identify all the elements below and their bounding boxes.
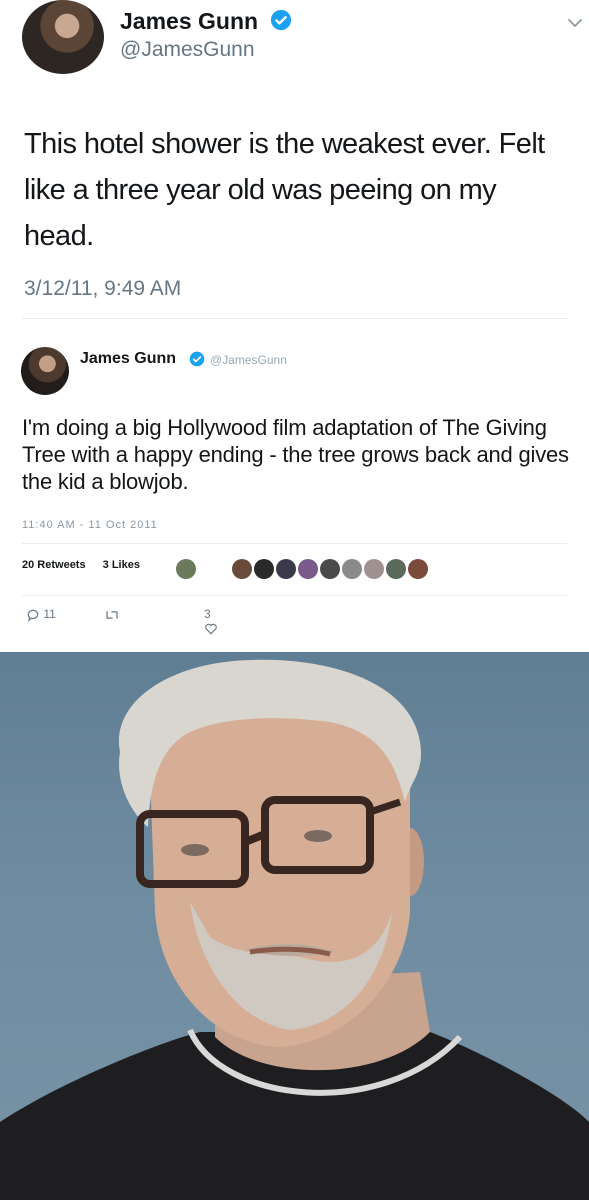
liker-avatar[interactable]: [254, 559, 274, 579]
tweet-text: This hotel shower is the weakest ever. F…: [24, 128, 545, 252]
heart-icon: [205, 623, 217, 635]
verified-badge-icon: [189, 351, 205, 367]
chevron-down-icon[interactable]: [566, 14, 584, 32]
user-handle[interactable]: @JamesGunn: [210, 353, 287, 367]
retweet-button[interactable]: [104, 607, 120, 622]
liker-avatar[interactable]: [276, 559, 296, 579]
retweet-count[interactable]: 20 Retweets: [22, 559, 86, 571]
liker-avatar[interactable]: [176, 559, 196, 579]
reply-button[interactable]: 11: [26, 607, 56, 622]
tweet-timestamp[interactable]: 11:40 AM - 11 Oct 2011: [22, 519, 158, 531]
liker-avatar[interactable]: [386, 559, 406, 579]
display-name[interactable]: James Gunn: [80, 350, 176, 368]
liker-avatar[interactable]: [364, 559, 384, 579]
tweet-card-2: James Gunn @JamesGunn I'm doing a big Ho…: [0, 319, 589, 652]
liker-avatar[interactable]: [320, 559, 340, 579]
user-handle[interactable]: @JamesGunn: [120, 38, 255, 62]
engagement-stats: 20 Retweets 3 Likes: [22, 559, 154, 571]
reply-count: 11: [43, 607, 56, 621]
divider: [22, 543, 567, 544]
like-count[interactable]: 3 Likes: [103, 559, 140, 571]
avatar[interactable]: [21, 347, 69, 395]
portrait-illustration: [0, 659, 589, 1200]
liker-avatar[interactable]: [298, 559, 318, 579]
retweet-icon: [106, 611, 118, 619]
tweet-timestamp[interactable]: 3/12/11, 9:49 AM: [24, 277, 181, 301]
portrait-photo: [0, 652, 589, 1200]
tweet-text: I'm doing a big Hollywood film adaptatio…: [22, 415, 569, 494]
like-button[interactable]: 3: [204, 607, 218, 636]
display-name[interactable]: James Gunn: [120, 8, 258, 35]
reply-icon: [27, 609, 39, 622]
liker-avatar[interactable]: [342, 559, 362, 579]
avatar[interactable]: [22, 0, 104, 74]
tweet-card-1: James Gunn @JamesGunn This hotel shower …: [0, 0, 589, 318]
liker-avatar[interactable]: [232, 559, 252, 579]
liker-avatar[interactable]: [408, 559, 428, 579]
like-action-count: 3: [204, 607, 211, 621]
verified-badge-icon: [270, 9, 292, 31]
divider: [22, 595, 567, 596]
